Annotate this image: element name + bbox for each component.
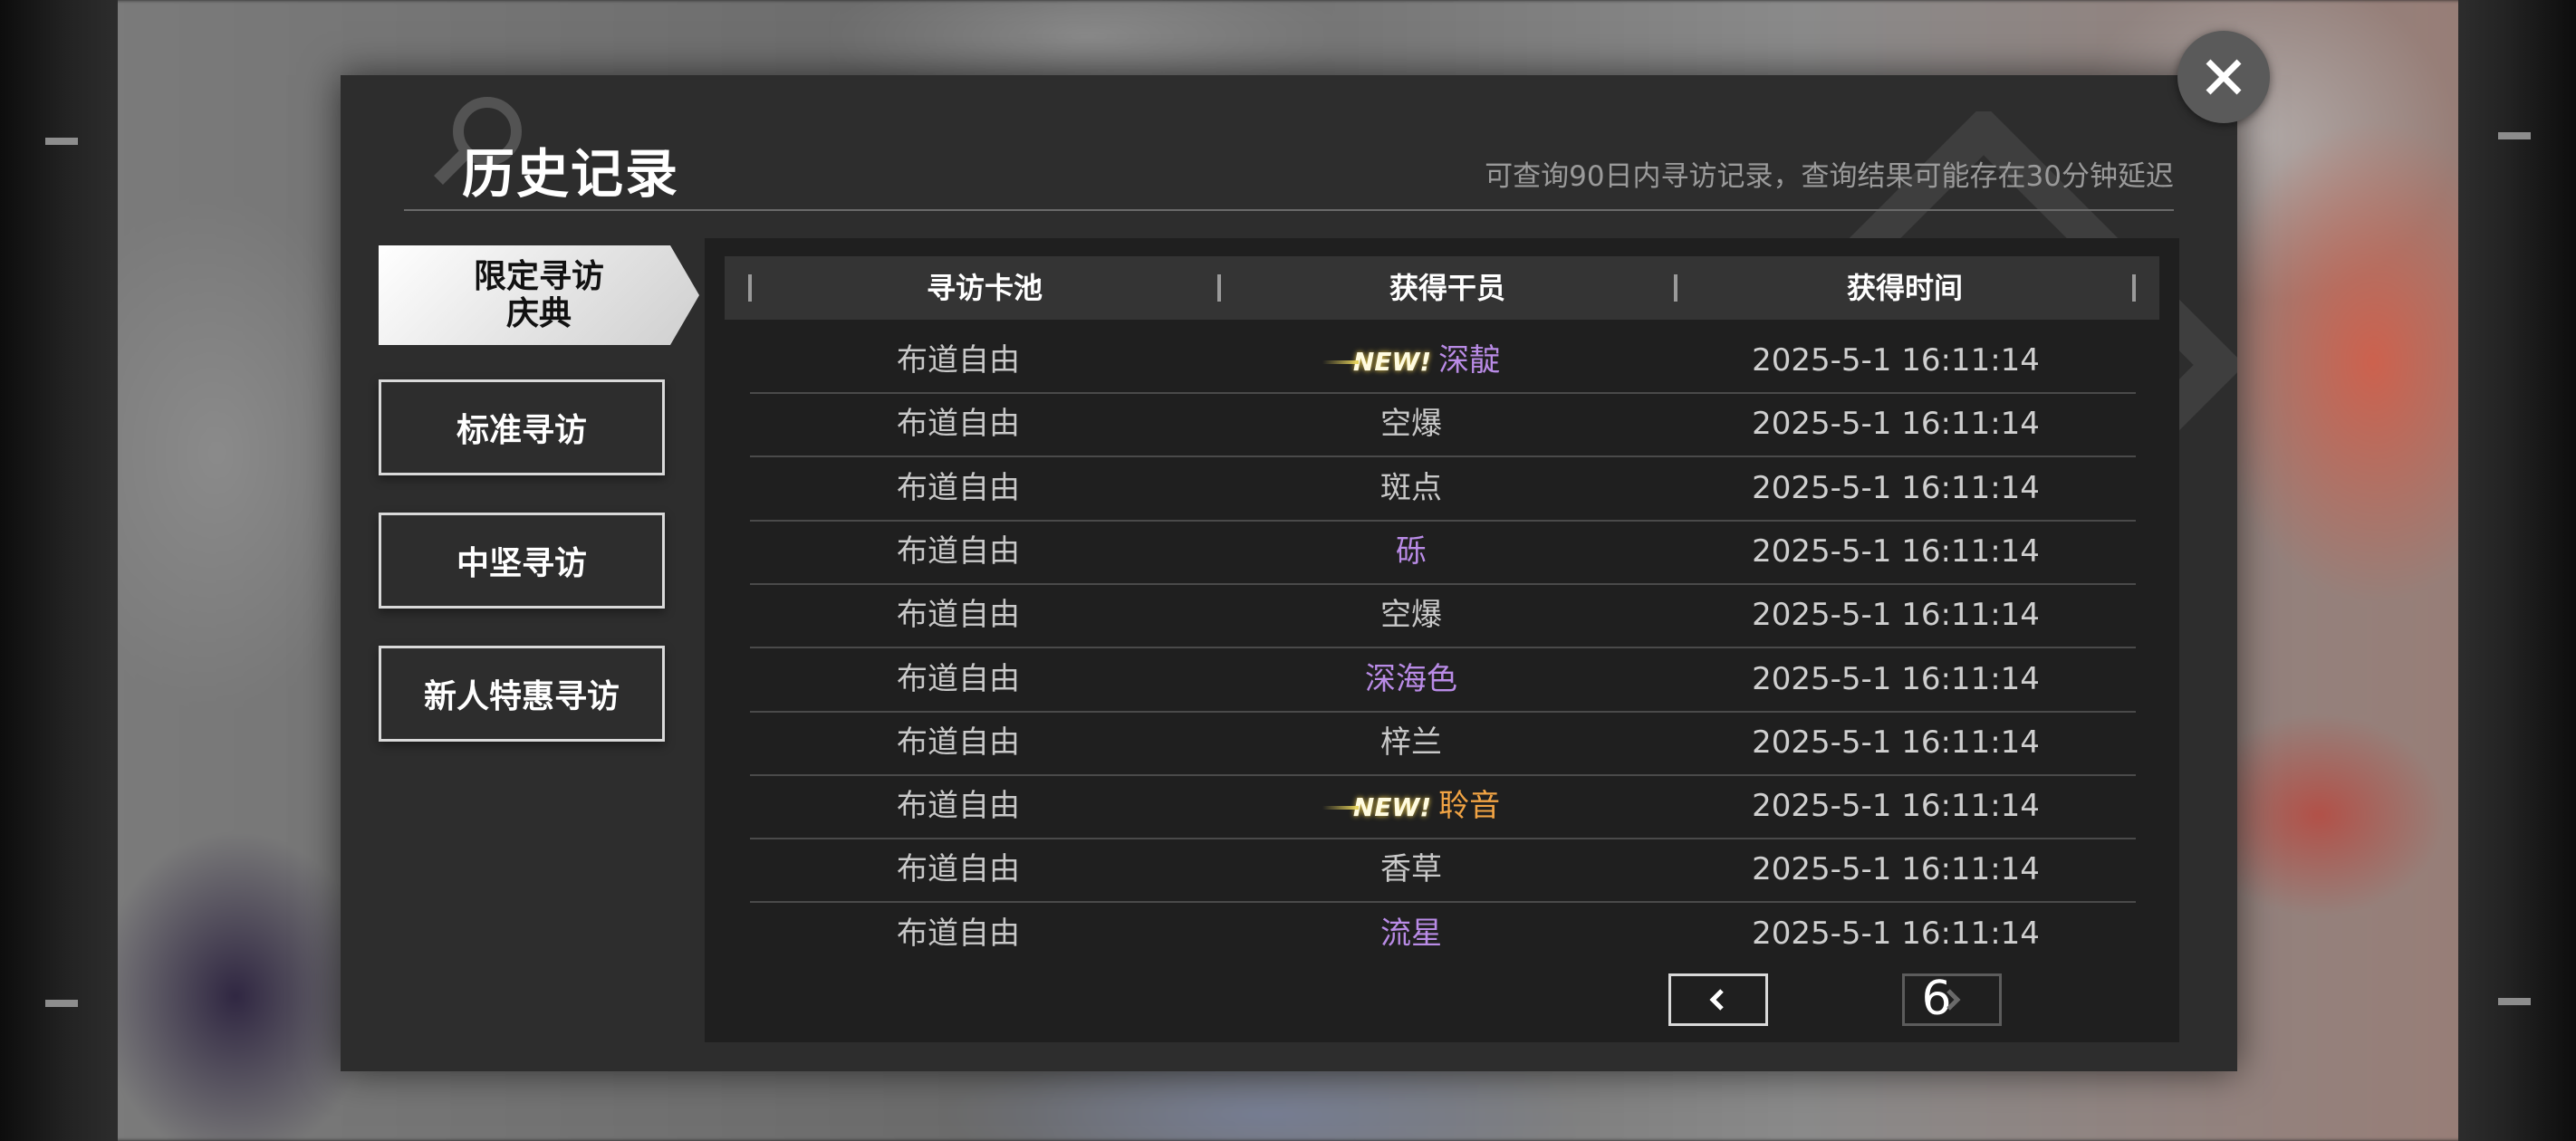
- left-film-edge: [0, 0, 118, 1141]
- time-cell: 2025-5-1 16:11:14: [1752, 597, 2040, 634]
- table-row: 布道自由 砾 2025-5-1 16:11:14: [750, 520, 2136, 585]
- operator-cell: 斑点: [1167, 456, 1656, 520]
- query-hint: 可查询90日内寻访记录，查询结果可能存在30分钟延迟: [1485, 160, 2174, 193]
- right-film-edge: [2458, 0, 2576, 1141]
- prev-page-button[interactable]: [1668, 973, 1768, 1026]
- time-cell: 2025-5-1 16:11:14: [1752, 660, 2040, 697]
- film-notch: [45, 138, 78, 145]
- column-header-time: 获得时间: [1846, 271, 1963, 305]
- new-badge: NEW!: [1322, 331, 1431, 394]
- table-row: 布道自由 空爆 2025-5-1 16:11:14: [750, 583, 2136, 649]
- pool-cell: 布道自由: [897, 851, 1020, 888]
- pool-cell: 布道自由: [897, 660, 1020, 697]
- tab-label: 限定寻访 庆典: [474, 258, 604, 333]
- operator-cell: 梓兰: [1167, 711, 1656, 774]
- tab-label: 中坚寻访: [456, 545, 587, 582]
- table-row: 布道自由 空爆 2025-5-1 16:11:14: [750, 392, 2136, 458]
- table-row: 布道自由 流星 2025-5-1 16:11:14: [750, 902, 2136, 965]
- table-header: 寻访卡池 获得干员 获得时间: [725, 256, 2159, 320]
- chevron-left-icon: [1709, 989, 1724, 1011]
- tab-label: 新人特惠寻访: [423, 678, 620, 715]
- table-row: 布道自由 NEW! 聆音 2025-5-1 16:11:14: [750, 774, 2136, 840]
- tab-label-line2: 庆典: [505, 295, 572, 332]
- column-header-operator: 获得干员: [1389, 271, 1505, 305]
- operator-cell: 流星: [1167, 902, 1656, 965]
- operator-cell: 香草: [1167, 838, 1656, 901]
- history-dialog: 历史记录 可查询90日内寻访记录，查询结果可能存在30分钟延迟 限定寻访 庆典 …: [341, 75, 2237, 1071]
- operator-name: 空爆: [1380, 406, 1442, 443]
- operator-cell: 砾: [1167, 520, 1656, 583]
- tab-core-headhunting[interactable]: 中坚寻访: [379, 513, 665, 609]
- new-badge: NEW!: [1322, 776, 1431, 839]
- operator-name: 聆音: [1438, 788, 1501, 825]
- time-cell: 2025-5-1 16:11:14: [1752, 788, 2040, 825]
- table-row: 布道自由 NEW! 深靛 2025-5-1 16:11:14: [750, 329, 2136, 394]
- pool-cell: 布道自由: [897, 532, 1020, 570]
- pool-cell: 布道自由: [897, 469, 1020, 506]
- operator-cell: NEW! 深靛: [1167, 329, 1656, 392]
- pool-cell: 布道自由: [897, 597, 1020, 634]
- film-notch: [2498, 998, 2531, 1005]
- column-header-pool: 寻访卡池: [926, 271, 1043, 305]
- operator-name: 空爆: [1380, 597, 1442, 634]
- time-cell: 2025-5-1 16:11:14: [1752, 724, 2040, 761]
- time-cell: 2025-5-1 16:11:14: [1752, 469, 2040, 506]
- table-row: 布道自由 斑点 2025-5-1 16:11:14: [750, 456, 2136, 522]
- pool-cell: 布道自由: [897, 342, 1020, 379]
- pool-cell: 布道自由: [897, 788, 1020, 825]
- operator-name: 砾: [1396, 532, 1427, 570]
- tab-limited-headhunting[interactable]: 限定寻访 庆典: [379, 245, 699, 345]
- time-cell: 2025-5-1 16:11:14: [1752, 406, 2040, 443]
- tab-label-line1: 限定寻访: [473, 257, 604, 295]
- time-cell: 2025-5-1 16:11:14: [1752, 342, 2040, 379]
- tab-newcomer-headhunting[interactable]: 新人特惠寻访: [379, 646, 665, 742]
- table-row: 布道自由 深海色 2025-5-1 16:11:14: [750, 647, 2136, 713]
- operator-cell: 空爆: [1167, 392, 1656, 455]
- time-cell: 2025-5-1 16:11:14: [1752, 851, 2040, 888]
- film-notch: [2498, 132, 2531, 139]
- table-row: 布道自由 梓兰 2025-5-1 16:11:14: [750, 711, 2136, 776]
- film-notch: [45, 1000, 78, 1007]
- operator-name: 深海色: [1365, 660, 1457, 697]
- chevron-right-icon: [1946, 989, 1961, 1011]
- title-divider: [404, 209, 2174, 211]
- page-title: 历史记录: [462, 143, 680, 205]
- pool-cell: 布道自由: [897, 406, 1020, 443]
- operator-name: 斑点: [1380, 469, 1442, 506]
- operator-cell: 深海色: [1167, 647, 1656, 711]
- header-separator: [2132, 274, 2136, 302]
- operator-name: 香草: [1380, 851, 1442, 888]
- close-icon: [2206, 59, 2242, 95]
- operator-name: 梓兰: [1380, 724, 1442, 761]
- tab-label: 标准寻访: [456, 412, 587, 449]
- time-cell: 2025-5-1 16:11:14: [1752, 532, 2040, 570]
- close-button[interactable]: [2177, 31, 2270, 123]
- operator-cell: NEW! 聆音: [1167, 774, 1656, 838]
- next-page-button[interactable]: [1902, 973, 2002, 1026]
- tab-standard-headhunting[interactable]: 标准寻访: [379, 379, 665, 475]
- pool-cell: 布道自由: [897, 915, 1020, 952]
- operator-name: 深靛: [1438, 342, 1501, 379]
- operator-name: 流星: [1380, 915, 1442, 952]
- history-table: 寻访卡池 获得干员 获得时间 布道自由 NEW! 深靛 2025-5-1 16:11:…: [705, 238, 2179, 1042]
- table-row: 布道自由 香草 2025-5-1 16:11:14: [750, 838, 2136, 904]
- pool-cell: 布道自由: [897, 724, 1020, 761]
- operator-cell: 空爆: [1167, 583, 1656, 647]
- time-cell: 2025-5-1 16:11:14: [1752, 915, 2040, 952]
